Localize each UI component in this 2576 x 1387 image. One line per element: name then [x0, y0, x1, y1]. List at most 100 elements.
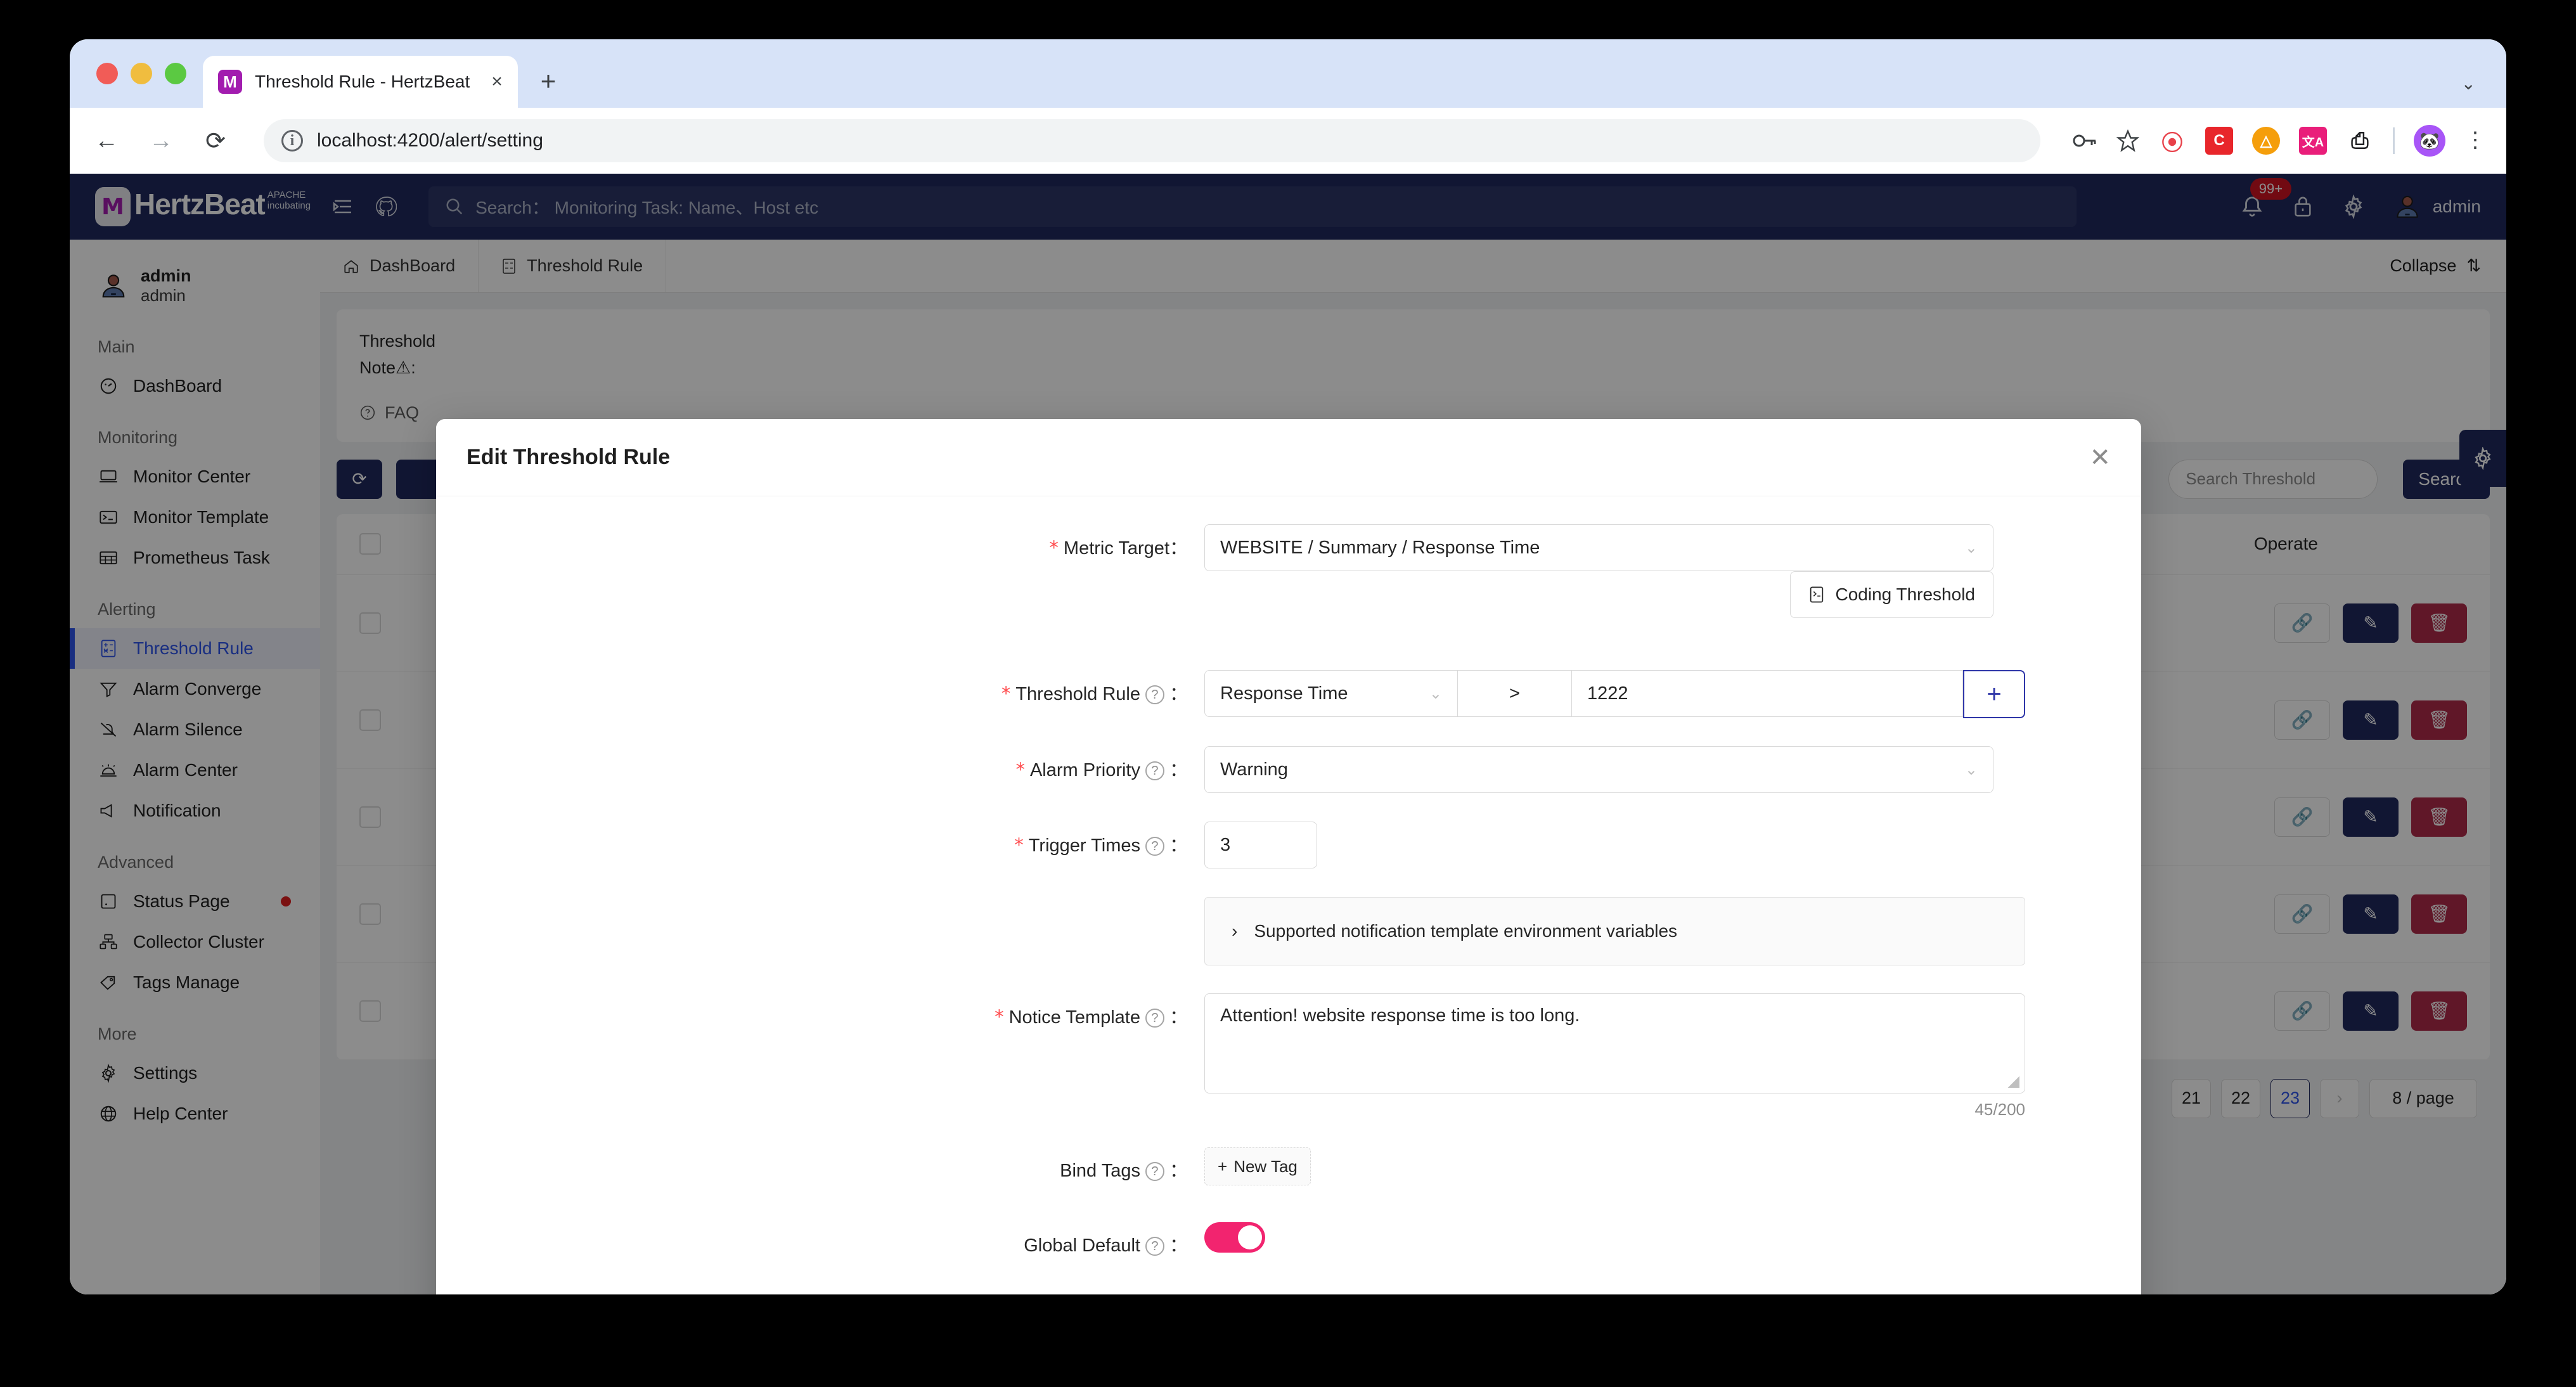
field-metric-target: * Metric Target： WEBSITE / Summary / Resp… [436, 524, 2141, 642]
field-bind-tags: Bind Tags?： + New Tag [436, 1147, 2141, 1194]
alarm-priority-select[interactable]: Warning ⌄ [1204, 746, 1993, 793]
alarm-priority-label: * Alarm Priority?： [436, 746, 1204, 794]
chevron-right-icon: › [1232, 921, 1238, 941]
close-icon[interactable]: ✕ [2089, 443, 2111, 472]
field-notice-template: * Notice Template? ： Attention! website re… [436, 993, 2141, 1119]
help-icon[interactable]: ? [1145, 685, 1164, 705]
threshold-value-input[interactable]: 1222 [1572, 670, 1963, 717]
coding-threshold-button[interactable]: Coding Threshold [1790, 571, 1993, 618]
label-text: Trigger Times [1028, 835, 1140, 856]
trigger-times-input[interactable]: 3 [1204, 822, 1317, 868]
add-rule-button[interactable]: + [1963, 670, 2025, 718]
modal-title: Edit Threshold Rule [467, 445, 671, 469]
address-bar-url: localhost:4200/alert/setting [317, 130, 543, 151]
notice-template-control: Attention! website response time is too … [1204, 993, 2141, 1119]
extension-dotted-c-icon[interactable]: ⦿ [2158, 127, 2186, 155]
new-tag-button[interactable]: + New Tag [1204, 1147, 1311, 1185]
global-default-toggle[interactable] [1204, 1222, 1265, 1253]
colon: ： [1169, 1007, 1188, 1028]
coding-threshold-row: Coding Threshold [1204, 571, 1993, 618]
extension-clipboard-icon[interactable]: ⎙ [2346, 127, 2374, 155]
alarm-priority-control: Warning ⌄ [1204, 746, 2141, 793]
hertzbeat-favicon: M [218, 70, 242, 94]
threshold-rule-form: * Metric Target： WEBSITE / Summary / Resp… [436, 496, 2141, 1294]
field-threshold-rule: * Threshold Rule?： Response Time ⌄ > 1222… [436, 670, 2141, 718]
field-env-vars: › Supported notification template enviro… [436, 897, 2141, 965]
new-tab-button[interactable]: + [541, 66, 557, 96]
env-vars-label: Supported notification template environm… [1254, 921, 1678, 941]
field-alarm-priority: * Alarm Priority?： Warning ⌄ [436, 746, 2141, 794]
extension-translate-icon[interactable]: 文A [2299, 127, 2327, 155]
metric-target-control: WEBSITE / Summary / Response Time ⌄ Codi… [1204, 524, 2141, 642]
address-bar[interactable]: i localhost:4200/alert/setting [264, 119, 2040, 162]
help-icon[interactable]: ? [1145, 1009, 1164, 1028]
required-mark: * [1049, 537, 1059, 558]
label-text: Notice Template [1008, 1007, 1140, 1028]
close-window-button[interactable] [96, 63, 118, 84]
colon: ： [1169, 760, 1188, 780]
bookmark-star-icon[interactable] [2116, 129, 2139, 152]
profile-avatar[interactable]: 🐼 [2414, 125, 2445, 157]
modal-header: Edit Threshold Rule ✕ [436, 419, 2141, 496]
password-key-icon[interactable] [2072, 131, 2097, 150]
extension-helmet-icon[interactable]: △ [2252, 127, 2280, 155]
forward-icon[interactable]: → [145, 127, 177, 155]
browser-tab-title: Threshold Rule - HertzBeat [255, 72, 470, 91]
chevron-down-icon: ⌄ [1964, 761, 1978, 778]
label-text: Global Default [1024, 1235, 1140, 1256]
site-info-icon[interactable]: i [281, 130, 303, 152]
threshold-rule-label: * Threshold Rule?： [436, 670, 1204, 718]
resize-handle[interactable]: ◢ [2008, 1072, 2019, 1090]
back-icon[interactable]: ← [90, 127, 123, 155]
edit-threshold-rule-modal: Edit Threshold Rule ✕ * Metric Target： WE… [436, 419, 2141, 1294]
help-icon[interactable]: ? [1145, 1237, 1164, 1256]
browser-window: M Threshold Rule - HertzBeat × + ⌄ ← → ⟳… [70, 39, 2506, 1294]
label-text: Threshold Rule [1015, 684, 1140, 704]
required-mark: * [1015, 759, 1025, 780]
bind-tags-control: + New Tag [1204, 1147, 2141, 1185]
plus-icon: + [1218, 1156, 1228, 1176]
browser-tab[interactable]: M Threshold Rule - HertzBeat × [203, 56, 518, 108]
field-global-default: Global Default? ： [436, 1222, 2141, 1269]
tab-list-chevron-down-icon[interactable]: ⌄ [2461, 73, 2476, 94]
hertzbeat-app: M HertzBeat APACHE incubating Search： Mo… [70, 174, 2506, 1294]
toggle-knob [1238, 1225, 1262, 1249]
field-trigger-times: * Trigger Times? ： 3 [436, 822, 2141, 869]
browser-menu-icon[interactable]: ⋮ [2464, 130, 2486, 151]
notice-template-textarea[interactable]: Attention! website response time is too … [1204, 993, 2025, 1093]
env-vars-collapse-panel[interactable]: › Supported notification template enviro… [1204, 897, 2025, 965]
threshold-field-select[interactable]: Response Time ⌄ [1204, 670, 1458, 717]
env-vars-control: › Supported notification template enviro… [1204, 897, 2141, 965]
threshold-operator-select[interactable]: > [1458, 670, 1572, 717]
close-tab-button[interactable]: × [491, 71, 503, 93]
notice-template-value: Attention! website response time is too … [1220, 1005, 1580, 1026]
colon: ： [1169, 1161, 1188, 1181]
metric-target-select[interactable]: WEBSITE / Summary / Response Time ⌄ [1204, 524, 1993, 571]
browser-toolbar: ← → ⟳ i localhost:4200/alert/setting ⦿ C… [70, 108, 2506, 174]
toolbar-icons: ⦿ C △ 文A ⎙ 🐼 ⋮ [2072, 125, 2486, 157]
new-tag-label: New Tag [1233, 1156, 1298, 1176]
label-text: Metric Target： [1063, 538, 1188, 558]
required-mark: * [995, 1006, 1004, 1028]
coding-threshold-label: Coding Threshold [1835, 584, 1975, 604]
notice-template-label: * Notice Template? ： [436, 993, 1204, 1041]
terminal-icon [1808, 586, 1825, 603]
help-icon[interactable]: ? [1145, 1162, 1164, 1182]
browser-tabstrip: M Threshold Rule - HertzBeat × + ⌄ [70, 39, 2506, 108]
colon: ： [1169, 835, 1188, 856]
alarm-priority-value: Warning [1220, 759, 1288, 780]
minimize-window-button[interactable] [131, 63, 152, 84]
extension-c-icon[interactable]: C [2205, 127, 2233, 155]
required-mark: * [1001, 683, 1011, 704]
chevron-down-icon: ⌄ [1429, 685, 1442, 702]
trigger-times-control: 3 [1204, 822, 2141, 868]
help-icon[interactable]: ? [1145, 761, 1164, 781]
maximize-window-button[interactable] [165, 63, 186, 84]
toolbar-divider [2393, 127, 2395, 154]
help-icon[interactable]: ? [1145, 837, 1164, 856]
label-text: Alarm Priority [1029, 760, 1140, 780]
reload-icon[interactable]: ⟳ [199, 127, 232, 155]
label-text: Bind Tags [1060, 1161, 1140, 1181]
window-traffic-lights [91, 39, 203, 108]
metric-target-value: WEBSITE / Summary / Response Time [1220, 537, 1540, 558]
